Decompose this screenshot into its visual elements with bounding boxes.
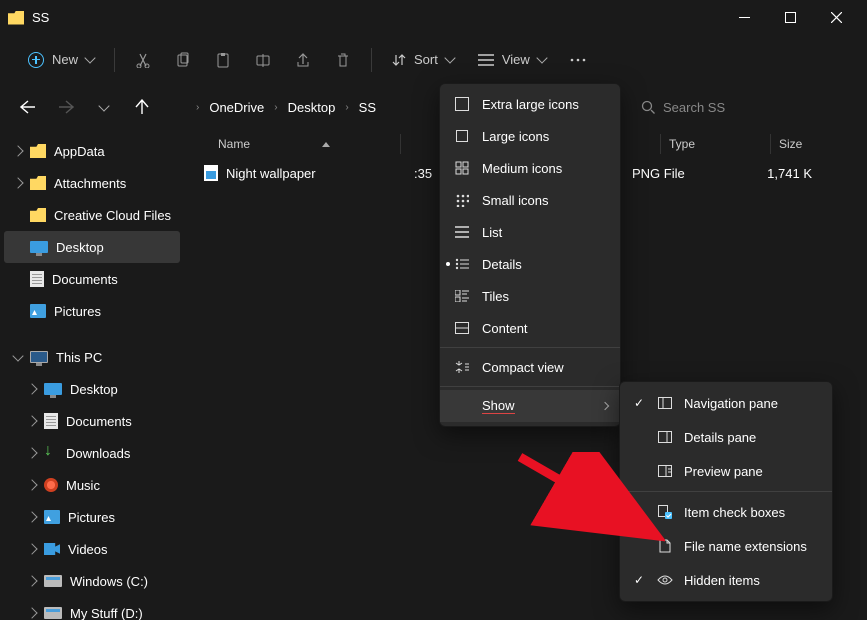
window-title: SS (32, 10, 49, 25)
sort-label: Sort (414, 52, 438, 67)
view-details[interactable]: Details (440, 248, 620, 280)
cut-button[interactable] (125, 42, 161, 78)
share-button[interactable] (285, 42, 321, 78)
chevron-down-icon (536, 52, 547, 63)
view-xl-icons[interactable]: Extra large icons (440, 88, 620, 120)
sidebar-item-attachments[interactable]: Attachments (4, 167, 180, 199)
view-sm-icons[interactable]: Small icons (440, 184, 620, 216)
image-file-icon (204, 165, 218, 181)
view-label: View (502, 52, 530, 67)
sidebar-item-ccf[interactable]: Creative Cloud Files (4, 199, 180, 231)
chevron-down-icon (444, 52, 455, 63)
view-lg-icons[interactable]: Large icons (440, 120, 620, 152)
show-checkboxes[interactable]: Item check boxes (620, 495, 832, 529)
show-details-pane[interactable]: Details pane (620, 420, 832, 454)
sidebar-pc-c[interactable]: Windows (C:) (4, 565, 180, 597)
sidebar-pc-videos[interactable]: Videos (4, 533, 180, 565)
crumb-desktop[interactable]: Desktop (284, 96, 340, 119)
search-box[interactable]: Search SS (633, 91, 853, 123)
file-size: 1,741 K (752, 166, 812, 181)
bullet-indicator (446, 262, 450, 266)
folder-icon (8, 11, 24, 25)
navigation-pane: AppData Attachments Creative Cloud Files… (0, 129, 184, 620)
view-button[interactable]: View (468, 42, 556, 78)
back-button[interactable] (14, 100, 42, 114)
folder-icon (172, 100, 190, 114)
crumb-ss[interactable]: SS (355, 96, 380, 119)
sidebar-item-pictures[interactable]: Pictures (4, 295, 180, 327)
view-list[interactable]: List (440, 216, 620, 248)
sidebar-pc-downloads[interactable]: Downloads (4, 437, 180, 469)
maximize-button[interactable] (767, 2, 813, 34)
sidebar-pc-music[interactable]: Music (4, 469, 180, 501)
plus-icon (28, 52, 44, 68)
sidebar-pc-d[interactable]: My Stuff (D:) (4, 597, 180, 620)
file-type: PNG File (632, 166, 744, 181)
sidebar-item-appdata[interactable]: AppData (4, 135, 180, 167)
sort-button[interactable]: Sort (382, 42, 464, 78)
recent-button[interactable] (90, 105, 118, 110)
address-bar: › OneDrive › Desktop › SS Search SS (0, 85, 867, 129)
sidebar-item-thispc[interactable]: This PC (4, 341, 180, 373)
col-name[interactable]: Name (210, 134, 400, 154)
sort-asc-icon (322, 142, 330, 147)
search-placeholder: Search SS (663, 100, 725, 115)
sidebar-pc-desktop[interactable]: Desktop (4, 373, 180, 405)
copy-button[interactable] (165, 42, 201, 78)
chevron-down-icon (84, 52, 95, 63)
show-file-extensions[interactable]: File name extensions (620, 529, 832, 563)
forward-button[interactable] (52, 100, 80, 114)
col-size[interactable]: Size (770, 134, 830, 154)
paste-button[interactable] (205, 42, 241, 78)
view-content[interactable]: Content (440, 312, 620, 344)
view-md-icons[interactable]: Medium icons (440, 152, 620, 184)
more-button[interactable] (560, 42, 596, 78)
file-name: Night wallpaper (226, 166, 406, 181)
col-type[interactable]: Type (660, 134, 770, 154)
sidebar-item-desktop[interactable]: Desktop (4, 231, 180, 263)
toolbar: New Sort View (0, 35, 867, 85)
new-button[interactable]: New (18, 42, 104, 78)
delete-button[interactable] (325, 42, 361, 78)
view-tiles[interactable]: Tiles (440, 280, 620, 312)
sidebar-pc-pictures[interactable]: Pictures (4, 501, 180, 533)
show-hidden-items[interactable]: ✓Hidden items (620, 563, 832, 597)
rename-button[interactable] (245, 42, 281, 78)
new-label: New (52, 52, 78, 67)
chevron-right-icon (601, 402, 609, 410)
up-button[interactable] (128, 99, 156, 115)
show-nav-pane[interactable]: ✓Navigation pane (620, 386, 832, 420)
search-icon (641, 100, 655, 114)
minimize-button[interactable] (721, 2, 767, 34)
show-preview-pane[interactable]: Preview pane (620, 454, 832, 488)
title-bar: SS (0, 0, 867, 35)
show-submenu: ✓Navigation pane Details pane Preview pa… (619, 381, 833, 602)
view-menu: Extra large icons Large icons Medium ico… (439, 83, 621, 427)
close-button[interactable] (813, 2, 859, 34)
view-compact[interactable]: Compact view (440, 351, 620, 383)
crumb-onedrive[interactable]: OneDrive (205, 96, 268, 119)
sidebar-item-documents[interactable]: Documents (4, 263, 180, 295)
sidebar-pc-documents[interactable]: Documents (4, 405, 180, 437)
view-show[interactable]: Show (440, 390, 620, 422)
